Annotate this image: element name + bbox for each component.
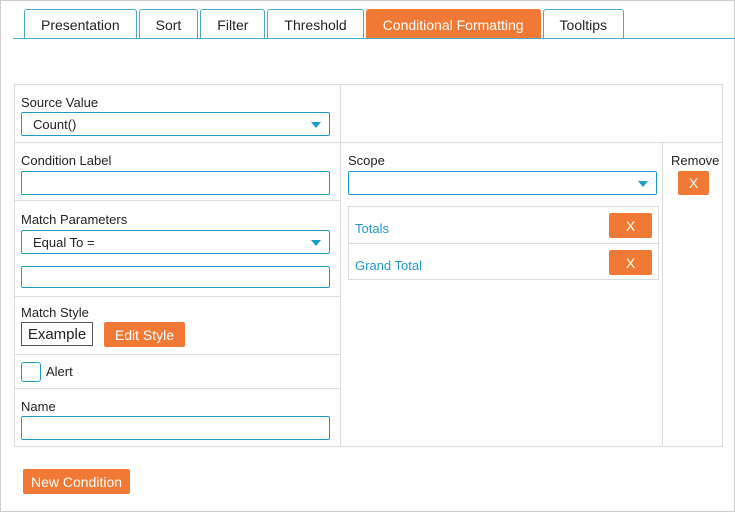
- condition-label-label: Condition Label: [21, 153, 112, 168]
- row-divider: [14, 354, 340, 355]
- remove-condition-button[interactable]: X: [678, 171, 709, 195]
- row-divider: [14, 142, 723, 143]
- match-operator-select[interactable]: Equal To =: [21, 230, 330, 254]
- source-value-select[interactable]: Count(): [21, 112, 330, 136]
- tab-conditional-formatting[interactable]: Conditional Formatting: [365, 9, 541, 39]
- tab-threshold[interactable]: Threshold: [267, 9, 364, 39]
- source-value-label: Source Value: [21, 95, 99, 110]
- column-divider: [340, 84, 341, 447]
- tab-sort[interactable]: Sort: [138, 9, 199, 39]
- name-label: Name: [21, 399, 56, 414]
- scope-select[interactable]: [348, 171, 657, 195]
- alert-label: Alert: [46, 364, 73, 379]
- row-divider: [14, 296, 340, 297]
- chevron-down-icon: [638, 181, 648, 187]
- alert-checkbox[interactable]: [21, 362, 41, 382]
- style-example-preview: Example: [21, 322, 93, 346]
- scope-label: Scope: [348, 153, 385, 168]
- tab-filter[interactable]: Filter: [200, 9, 266, 39]
- match-operator-selected: Equal To =: [33, 235, 95, 250]
- condition-label-input[interactable]: [21, 171, 330, 195]
- name-input[interactable]: [21, 416, 330, 440]
- scope-item-grand-total[interactable]: Grand Total: [355, 258, 422, 273]
- remove-column-divider: [662, 142, 663, 447]
- remove-scope-grand-total-button[interactable]: X: [609, 250, 652, 275]
- tab-bar: Presentation Sort Filter Threshold Condi…: [24, 9, 626, 39]
- match-style-label: Match Style: [21, 305, 89, 320]
- remove-label: Remove: [671, 153, 720, 168]
- chevron-down-icon: [311, 240, 321, 246]
- match-value-input[interactable]: [21, 266, 330, 288]
- tab-underline: [13, 38, 735, 39]
- match-parameters-label: Match Parameters: [21, 212, 128, 227]
- source-value-selected: Count(): [33, 117, 77, 132]
- remove-scope-totals-button[interactable]: X: [609, 213, 652, 238]
- tab-tooltips[interactable]: Tooltips: [542, 9, 625, 39]
- tab-presentation[interactable]: Presentation: [24, 9, 137, 39]
- row-divider: [14, 388, 340, 389]
- chevron-down-icon: [311, 122, 321, 128]
- row-divider: [14, 200, 340, 201]
- edit-style-button[interactable]: Edit Style: [104, 322, 185, 347]
- new-condition-button[interactable]: New Condition: [23, 469, 130, 494]
- scope-item-totals[interactable]: Totals: [355, 221, 389, 236]
